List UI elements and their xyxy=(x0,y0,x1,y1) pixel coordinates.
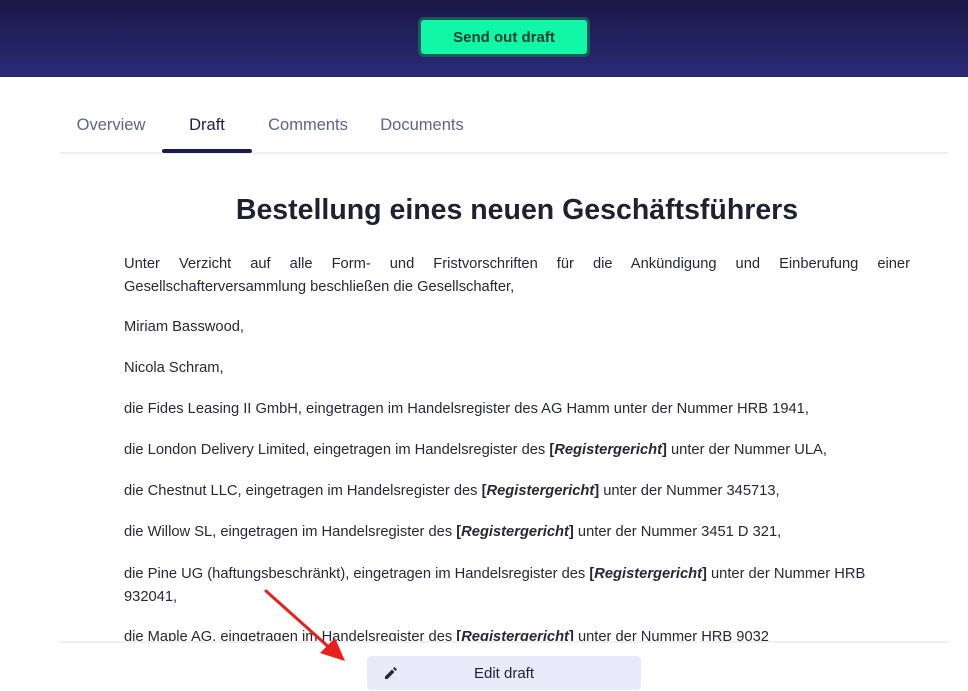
placeholder-field[interactable]: [Registergericht] xyxy=(549,442,667,458)
shareholder-line: die Maple AG, eingetragen im Handelsregi… xyxy=(124,626,910,642)
placeholder-text: Registergericht xyxy=(594,566,703,582)
shareholder-line: Miriam Basswood, xyxy=(124,319,244,335)
line-text: die London Delivery Limited, eingetragen… xyxy=(124,442,550,458)
placeholder-text: Registergericht xyxy=(486,483,595,499)
send-out-draft-button[interactable]: Send out draft xyxy=(418,17,590,57)
footer-divider xyxy=(60,641,948,643)
tab-bar: Overview Draft Comments Documents xyxy=(60,104,948,154)
placeholder-text: Registergericht xyxy=(461,524,569,540)
shareholder-line: die Willow SL, eingetragen im Handelsreg… xyxy=(124,521,910,544)
shareholder-line: die Chestnut LLC, eingetragen im Handels… xyxy=(124,480,910,503)
placeholder-field[interactable]: [Registergericht] xyxy=(482,483,600,499)
document-title: Bestellung eines neuen Geschäftsführers xyxy=(235,194,799,226)
tab-draft[interactable]: Draft xyxy=(162,104,252,153)
edit-draft-label: Edit draft xyxy=(473,664,535,682)
pencil-icon xyxy=(385,667,397,679)
shareholder-line: Nicola Schram, xyxy=(124,360,224,376)
line-text: die Pine UG (haftungsbeschränkt), einget… xyxy=(124,566,590,582)
tab-documents[interactable]: Documents xyxy=(372,104,472,150)
tab-overview[interactable]: Overview xyxy=(68,104,154,150)
shareholder-line: die London Delivery Limited, eingetragen… xyxy=(124,439,910,462)
tab-comments[interactable]: Comments xyxy=(260,104,356,150)
tab-label: Draft xyxy=(189,116,225,134)
shareholder-line: die Pine UG (haftungsbeschränkt), einget… xyxy=(124,563,910,608)
line-text: die Willow SL, eingetragen im Handelsreg… xyxy=(124,524,457,540)
tab-label: Comments xyxy=(268,116,348,134)
tab-label: Documents xyxy=(380,116,464,134)
intro-paragraph: Unter Verzicht auf alle Form- und Fristv… xyxy=(124,256,910,295)
draft-document: Bestellung eines neuen Geschäftsführers … xyxy=(60,152,948,642)
tab-label: Overview xyxy=(76,116,146,134)
line-text: die Chestnut LLC, eingetragen im Handels… xyxy=(124,483,482,499)
placeholder-field[interactable]: [Registergericht] xyxy=(456,524,574,540)
edit-draft-button[interactable]: Edit draft xyxy=(367,656,641,690)
line-text: unter der Nummer 3451 D 321, xyxy=(573,524,782,540)
line-text: unter der Nummer 345713, xyxy=(599,483,780,499)
placeholder-text: Registergericht xyxy=(554,442,663,458)
top-bar: Send out draft xyxy=(0,0,968,77)
line-text: unter der Nummer ULA, xyxy=(666,442,827,458)
shareholder-line: die Fides Leasing II GmbH, eingetragen i… xyxy=(124,401,809,417)
placeholder-field[interactable]: [Registergericht] xyxy=(589,566,707,582)
